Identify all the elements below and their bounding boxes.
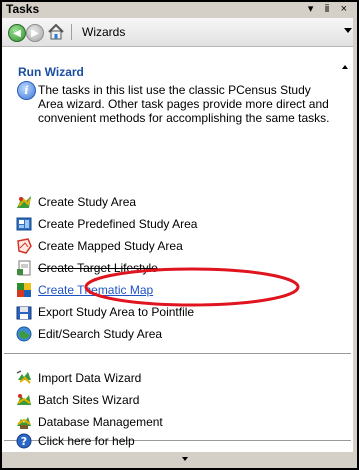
task-create-mapped-study-area[interactable]: Create Mapped Study Area (16, 237, 183, 255)
bottom-bar (2, 452, 353, 466)
breadcrumb: Wizards (82, 25, 126, 39)
task-list-panel: Run Wizard i The tasks in this list use … (2, 47, 353, 452)
home-icon[interactable] (47, 23, 65, 41)
task-create-predefined-study-area[interactable]: Create Predefined Study Area (16, 215, 197, 233)
task-label: Edit/Search Study Area (38, 327, 163, 341)
predefined-area-icon (16, 217, 32, 231)
task-create-study-area[interactable]: Create Study Area (16, 193, 136, 211)
target-lifestyle-icon (17, 260, 31, 276)
edit-search-icon (16, 326, 32, 342)
pane-titlebar: Tasks ▾ ⅱ × (2, 2, 353, 17)
task-label: Export Study Area to Pointfile (38, 305, 195, 319)
task-import-data-wizard[interactable]: Import Data Wizard (16, 369, 141, 387)
pane-window-buttons[interactable]: ▾ ⅱ × (308, 2, 351, 17)
task-label: Create Predefined Study Area (38, 217, 198, 231)
toolbar-separator (71, 24, 72, 40)
pane-title: Tasks (6, 2, 40, 16)
task-label: Click here for help (38, 434, 135, 448)
navigation-toolbar: ◀ ▶ Wizards (2, 18, 353, 47)
task-label: Create Thematic Map (38, 283, 154, 297)
task-label: Batch Sites Wizard (38, 393, 140, 407)
task-export-study-area[interactable]: Export Study Area to Pointfile (16, 303, 194, 321)
task-create-target-lifestyle[interactable]: Create Target Lifestyle (16, 259, 158, 277)
export-pointfile-icon (16, 306, 32, 320)
task-batch-sites-wizard[interactable]: Batch Sites Wizard (16, 391, 139, 409)
scroll-up-icon[interactable] (342, 65, 348, 69)
task-create-thematic-map[interactable]: Create Thematic Map (16, 281, 153, 299)
chevron-down-icon[interactable] (344, 28, 352, 33)
task-edit-search-study-area[interactable]: Edit/Search Study Area (16, 325, 162, 343)
thematic-map-icon (17, 283, 31, 297)
group-divider (4, 353, 351, 354)
import-data-icon (16, 370, 31, 384)
study-area-icon (17, 196, 31, 208)
batch-sites-icon (17, 394, 31, 405)
section-title: Run Wizard (18, 65, 84, 79)
svg-text:?: ? (21, 435, 27, 448)
forward-arrow-icon[interactable]: ▶ (26, 24, 44, 42)
task-help[interactable]: ? Click here for help (16, 432, 135, 450)
scroll-down-icon[interactable] (182, 457, 188, 461)
task-database-management[interactable]: Database Management (16, 413, 163, 431)
task-label: Create Target Lifestyle (38, 261, 158, 275)
task-label: Create Mapped Study Area (38, 239, 183, 253)
task-label: Database Management (38, 415, 163, 429)
help-icon: ? (16, 433, 32, 449)
mapped-area-icon (17, 238, 32, 254)
task-label: Import Data Wizard (38, 371, 142, 385)
task-label: Create Study Area (38, 195, 137, 209)
back-arrow-icon[interactable]: ◀ (8, 24, 26, 42)
database-icon (17, 417, 31, 429)
info-icon: i (17, 81, 36, 100)
info-text: The tasks in this list use the classic P… (38, 83, 330, 125)
